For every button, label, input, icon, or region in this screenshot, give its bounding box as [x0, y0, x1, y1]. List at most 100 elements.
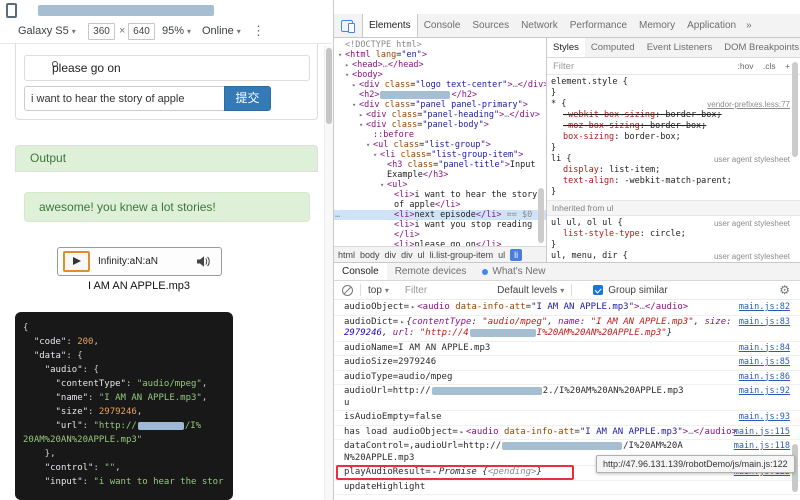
expand-icon[interactable]: ▸	[345, 60, 352, 70]
breadcrumb-item[interactable]: html	[338, 250, 355, 260]
console-tab-remote-devices[interactable]: Remote devices	[387, 263, 475, 280]
tree-line[interactable]: ▸ <head>…</head>	[334, 60, 546, 70]
tree-line[interactable]: ▾ <ul class="list-group">	[334, 140, 546, 150]
expand-icon[interactable]: ▸	[359, 110, 366, 120]
tree-line[interactable]: <h3 class="panel-title">Input	[334, 160, 546, 170]
sidebar-tab-event-listeners[interactable]: Event Listeners	[641, 38, 718, 57]
tab-performance[interactable]: Performance	[564, 14, 633, 37]
device-width-input[interactable]	[88, 23, 115, 40]
collapse-icon[interactable]: ▾	[352, 100, 359, 110]
tree-line[interactable]: Example</h3>	[334, 170, 546, 180]
css-property[interactable]: -webkit-box-sizing: border-box;	[547, 110, 800, 121]
elements-scrollbar-thumb[interactable]	[538, 188, 544, 243]
breadcrumb-item[interactable]: ul	[418, 250, 425, 260]
collapse-icon[interactable]: ▾	[345, 70, 352, 80]
more-tabs-icon[interactable]: »	[742, 20, 756, 31]
stylesheet-source-link[interactable]: vendor-prefixes.less:77	[707, 99, 790, 110]
source-link[interactable]: main.js:93	[739, 412, 790, 422]
stylesheet-source-link[interactable]: user agent stylesheet	[714, 251, 790, 262]
new-style-rule-button[interactable]: +	[785, 61, 790, 71]
zoom-select[interactable]: 95% ▾	[162, 25, 191, 37]
tab-memory[interactable]: Memory	[633, 14, 681, 37]
toggle-device-toolbar-icon[interactable]	[341, 19, 357, 33]
source-link[interactable]: main.js:115	[734, 427, 790, 437]
element-classes-button[interactable]: .cls	[763, 61, 776, 71]
source-link[interactable]: main.js:118	[734, 441, 790, 451]
tree-line[interactable]: ▸ <div class="panel-heading">…</div>	[334, 110, 546, 120]
console-filter-input[interactable]: Filter	[405, 285, 427, 296]
context-select[interactable]: top ▾	[368, 285, 389, 296]
tree-line[interactable]: ▸ <div class="logo text-center">…</div>	[334, 80, 546, 90]
submit-button[interactable]: 提交	[224, 86, 271, 111]
tab-console[interactable]: Console	[418, 14, 467, 37]
log-level-select[interactable]: Default levels ▾	[497, 285, 564, 296]
tree-line[interactable]: ::before	[334, 130, 546, 140]
play-button[interactable]	[63, 251, 90, 272]
tree-line[interactable]: ▾ <ul>	[334, 180, 546, 190]
tree-line[interactable]: ▾ <div class="panel panel-primary">	[334, 100, 546, 110]
source-link[interactable]: main.js:82	[739, 302, 790, 312]
breadcrumb-item[interactable]: div	[385, 250, 397, 260]
scrollbar-thumb[interactable]	[326, 48, 332, 124]
tree-line[interactable]: <li>i want you stop reading	[334, 220, 546, 230]
question-input[interactable]	[24, 86, 225, 111]
css-property[interactable]: box-sizing: border-box;	[547, 132, 800, 143]
stylesheet-source-link[interactable]: user agent stylesheet	[714, 218, 790, 229]
tree-line[interactable]: <li>i want to hear the story	[334, 190, 546, 200]
more-options-icon[interactable]: ⋮	[252, 23, 265, 39]
css-rule-selector[interactable]: element.style {	[547, 77, 800, 88]
group-similar-checkbox[interactable]	[593, 285, 604, 295]
tree-line[interactable]: … <li>next episode</li> == $0	[334, 210, 546, 220]
source-link[interactable]: main.js:84	[739, 343, 790, 353]
css-property[interactable]: display: list-item;	[547, 165, 800, 176]
css-property[interactable]: -moz-box-sizing: border-box;	[547, 121, 800, 132]
tree-line[interactable]: <!DOCTYPE html>	[334, 40, 546, 50]
sidebar-tab-styles[interactable]: Styles	[547, 38, 585, 57]
breadcrumb-item[interactable]: div	[401, 250, 413, 260]
tree-line[interactable]: ▾ <li class="list-group-item">	[334, 150, 546, 160]
collapse-icon[interactable]: ▾	[373, 150, 380, 160]
sidebar-tab-computed[interactable]: Computed	[585, 38, 641, 57]
css-property[interactable]: list-style-type: circle;	[547, 229, 800, 240]
expand-ellipsis-icon[interactable]: …	[335, 210, 340, 220]
device-select[interactable]: Galaxy S5 ▾	[18, 25, 76, 37]
breadcrumb-item[interactable]: li	[510, 248, 523, 261]
stylesheet-source-link[interactable]: user agent stylesheet	[714, 154, 790, 165]
tree-line[interactable]: <h2> </h2>	[334, 90, 546, 100]
css-rule-selector[interactable]: * {vendor-prefixes.less:77	[547, 99, 800, 110]
expand-icon[interactable]: ▸	[352, 80, 359, 90]
css-rule-selector[interactable]: li {user agent stylesheet	[547, 154, 800, 165]
toggle-element-state-button[interactable]: :hov	[737, 61, 753, 71]
tree-line[interactable]: of apple</li>	[334, 200, 546, 210]
tab-sources[interactable]: Sources	[466, 14, 515, 37]
source-link[interactable]: main.js:83	[739, 317, 790, 327]
collapse-icon[interactable]: ▾	[366, 140, 373, 150]
collapse-icon[interactable]: ▾	[380, 180, 387, 190]
breadcrumb-item[interactable]: body	[360, 250, 380, 260]
tab-network[interactable]: Network	[515, 14, 564, 37]
css-property[interactable]: text-align: -webkit-match-parent;	[547, 176, 800, 187]
collapse-icon[interactable]: ▾	[359, 120, 366, 130]
console-tab-console[interactable]: Console	[334, 263, 387, 280]
console-tab-what-s-new[interactable]: What's New	[474, 263, 553, 280]
tab-application[interactable]: Application	[681, 14, 742, 37]
styles-filter-input[interactable]: Filter	[553, 61, 574, 72]
tree-line[interactable]: ▾ <body>	[334, 70, 546, 80]
clear-console-icon[interactable]	[342, 284, 353, 296]
styles-scrollbar-thumb[interactable]	[792, 62, 798, 157]
tree-line[interactable]: </li>	[334, 230, 546, 240]
speaker-icon[interactable]	[197, 256, 210, 270]
tab-elements[interactable]: Elements	[362, 14, 418, 37]
breadcrumb-item[interactable]: ul	[498, 250, 505, 260]
sidebar-tab-dom-breakpoints[interactable]: DOM Breakpoints	[718, 38, 800, 57]
tree-line[interactable]: ▾ <div class="panel-body">	[334, 120, 546, 130]
breadcrumb-item[interactable]: li.list-group-item	[430, 250, 494, 260]
tree-line[interactable]: ▾ <html lang="en">	[334, 50, 546, 60]
source-link[interactable]: main.js:92	[739, 386, 790, 396]
source-link[interactable]: main.js:85	[739, 357, 790, 367]
network-throttle-select[interactable]: Online ▾	[202, 25, 241, 37]
device-height-input[interactable]	[128, 23, 155, 40]
source-link[interactable]: main.js:86	[739, 372, 790, 382]
collapse-icon[interactable]: ▾	[338, 50, 345, 60]
console-settings-gear-icon[interactable]: ⚙	[779, 283, 790, 297]
